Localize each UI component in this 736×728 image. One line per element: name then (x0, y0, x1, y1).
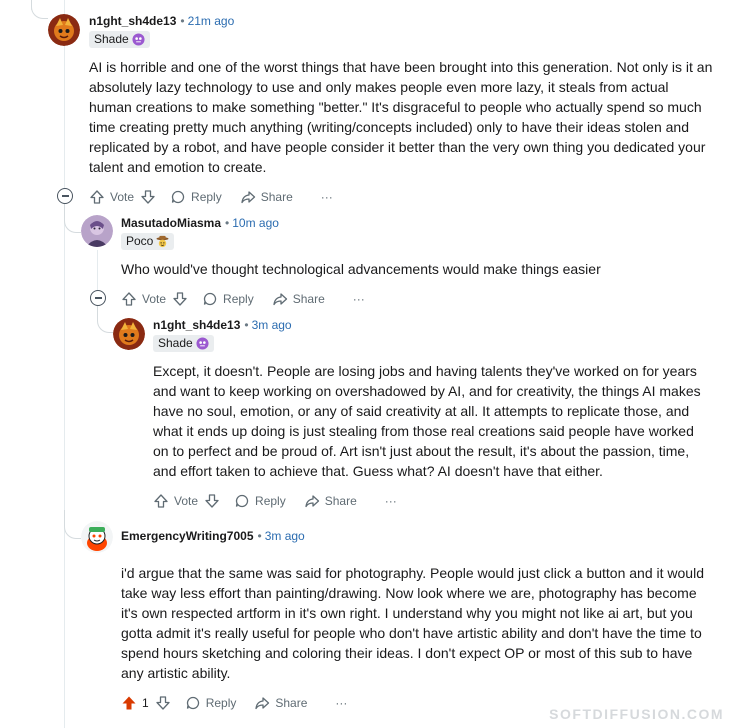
thread-connector (97, 304, 114, 333)
vote-count: 1 (142, 696, 149, 710)
comment-actions: Vote Reply Share ··· (89, 186, 333, 208)
comment-bubble-icon (203, 292, 217, 306)
comment-body: i'd argue that the same was said for pho… (121, 565, 704, 681)
ghost-emoji-icon (196, 337, 209, 350)
avatar[interactable] (81, 521, 113, 553)
arrow-up-filled-icon (122, 696, 136, 710)
arrow-up-icon (122, 292, 136, 306)
share-label: Share (260, 190, 293, 204)
vote-label: Vote (142, 292, 167, 306)
user-flair: Poco (121, 233, 175, 250)
arrow-down-icon (173, 292, 187, 306)
share-label: Share (324, 494, 357, 508)
share-icon (305, 495, 319, 508)
comment-header: n1ght_sh4de13 • 3m ago (153, 318, 292, 332)
share-icon (273, 293, 287, 306)
avatar[interactable] (81, 215, 113, 247)
ghost-emoji-icon (132, 33, 145, 46)
comment-bubble-icon (171, 190, 185, 204)
separator: • (244, 318, 249, 332)
timestamp[interactable]: 3m ago (265, 529, 305, 543)
reply-button[interactable]: Reply (170, 189, 222, 205)
comment-header: EmergencyWriting7005 • 3m ago (121, 529, 305, 543)
ellipsis-icon: ··· (320, 190, 333, 204)
more-options-button[interactable]: ··· (385, 494, 397, 508)
separator: • (180, 14, 185, 28)
upvote-button[interactable]: Vote (121, 291, 166, 307)
avatar[interactable] (48, 14, 80, 46)
downvote-button[interactable] (140, 189, 156, 205)
comment-actions: Vote Reply Share ··· (121, 288, 365, 310)
comment-actions: 1 Reply Share ··· (121, 692, 347, 714)
username[interactable]: n1ght_sh4de13 (89, 14, 176, 28)
comment-header: n1ght_sh4de13 • 21m ago (89, 14, 234, 28)
user-flair: Shade (153, 335, 214, 352)
timestamp[interactable]: 3m ago (252, 318, 292, 332)
ellipsis-icon: ··· (352, 292, 365, 306)
separator: • (225, 216, 230, 230)
reply-label: Reply (223, 292, 254, 306)
username[interactable]: EmergencyWriting7005 (121, 529, 254, 543)
more-options-button[interactable]: ··· (335, 696, 347, 710)
comment-body: Except, it doesn't. People are losing jo… (153, 363, 701, 479)
thread-connector (64, 510, 81, 539)
share-button[interactable]: Share (254, 695, 307, 711)
user-flair: Shade (89, 31, 150, 48)
reply-label: Reply (205, 696, 237, 710)
collapse-thread-icon[interactable] (90, 290, 106, 306)
comment-body: AI is horrible and one of the worst thin… (89, 59, 713, 175)
share-button[interactable]: Share (240, 189, 293, 205)
reply-button[interactable]: Reply (234, 493, 286, 509)
thread-connector (64, 200, 81, 233)
downvote-button[interactable] (204, 493, 220, 509)
share-label: Share (275, 696, 308, 710)
arrow-up-icon (90, 190, 104, 204)
more-options-button[interactable]: ··· (321, 190, 333, 204)
reply-button[interactable]: Reply (202, 291, 254, 307)
comment-bubble-icon (186, 696, 199, 710)
share-icon (255, 697, 270, 710)
arrow-up-icon (154, 494, 168, 508)
share-button[interactable]: Share (272, 291, 325, 307)
comment-actions: Vote Reply Share ··· (153, 490, 397, 512)
arrow-down-icon (205, 494, 219, 508)
share-icon (241, 191, 255, 204)
flair-label: Shade (158, 336, 193, 350)
arrow-down-icon (156, 696, 170, 710)
downvote-button[interactable] (172, 291, 188, 307)
comment-header: MasutadoMiasma • 10m ago (121, 216, 279, 230)
watermark: SOFTDIFFUSION.COM (549, 706, 724, 722)
more-options-button[interactable]: ··· (353, 292, 365, 306)
avatar[interactable] (113, 318, 145, 350)
downvote-button[interactable] (155, 695, 171, 711)
reply-button[interactable]: Reply (185, 695, 237, 711)
timestamp[interactable]: 21m ago (188, 14, 235, 28)
share-button[interactable]: Share (304, 493, 357, 509)
flair-label: Poco (126, 234, 154, 248)
username[interactable]: n1ght_sh4de13 (153, 318, 240, 332)
thread-line (64, 0, 65, 728)
timestamp[interactable]: 10m ago (232, 216, 279, 230)
username[interactable]: MasutadoMiasma (121, 216, 221, 230)
vote-label: Vote (110, 190, 135, 204)
collapse-thread-icon[interactable] (57, 188, 73, 204)
share-label: Share (292, 292, 325, 306)
comment-bubble-icon (235, 494, 249, 508)
vote-label: Vote (174, 494, 199, 508)
upvote-button[interactable]: Vote (153, 493, 198, 509)
cowboy-emoji-icon (156, 235, 169, 248)
arrow-down-icon (141, 190, 155, 204)
flair-label: Shade (94, 32, 129, 46)
ellipsis-icon: ··· (335, 696, 348, 710)
reply-label: Reply (191, 190, 222, 204)
reply-label: Reply (255, 494, 286, 508)
thread-line (97, 250, 98, 290)
upvote-button[interactable]: 1 (121, 695, 149, 711)
upvote-button[interactable]: Vote (89, 189, 134, 205)
ellipsis-icon: ··· (384, 494, 397, 508)
separator: • (257, 529, 262, 543)
thread-connector (31, 0, 48, 19)
comment-body: Who would've thought technological advan… (121, 261, 601, 277)
